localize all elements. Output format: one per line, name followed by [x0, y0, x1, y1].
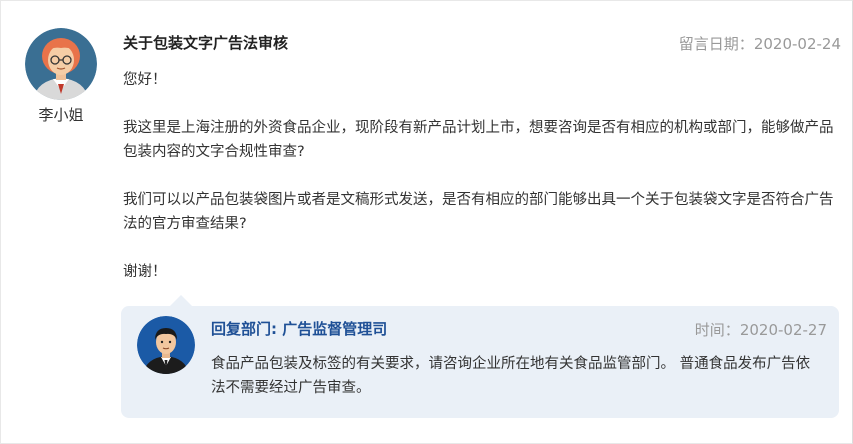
time-label: 时间： [694, 321, 740, 339]
reply-time: 2020-02-27 [739, 321, 827, 339]
message-body: 您好！ 我这里是上海注册的外资食品企业，现阶段有新产品计划上市，想要咨询是否有相… [123, 68, 838, 284]
reply-box: 回复部门: 广告监督管理司 时间：2020-02-27 食品产品包装及标签的有关… [121, 306, 839, 418]
reply-pointer [170, 295, 192, 306]
date-label: 留言日期： [678, 35, 754, 53]
officer-avatar-icon [137, 316, 195, 374]
user-name: 李小姐 [38, 106, 84, 124]
message-title: 关于包装文字广告法审核 [123, 34, 289, 52]
message-date-row: 留言日期：2020-02-24 [679, 33, 841, 54]
user-avatar-icon [25, 28, 97, 100]
message-paragraph: 我们可以以产品包装袋图片或者是文稿形式发送，是否有相应的部门能够出具一个关于包装… [123, 192, 834, 232]
reply-time-row: 时间：2020-02-27 [695, 319, 827, 340]
message-paragraph: 我这里是上海注册的外资食品企业，现阶段有新产品计划上市，想要咨询是否有相应的机构… [123, 120, 834, 160]
message-paragraph: 您好！ [123, 72, 167, 88]
reply-content: 食品产品包装及标签的有关要求，请咨询企业所在地有关食品监管部门。 普通食品发布广… [211, 356, 811, 396]
reply-department: 回复部门: 广告监督管理司 [211, 320, 388, 338]
message-paragraph: 谢谢！ [123, 264, 167, 280]
message-date: 2020-02-24 [753, 35, 841, 53]
